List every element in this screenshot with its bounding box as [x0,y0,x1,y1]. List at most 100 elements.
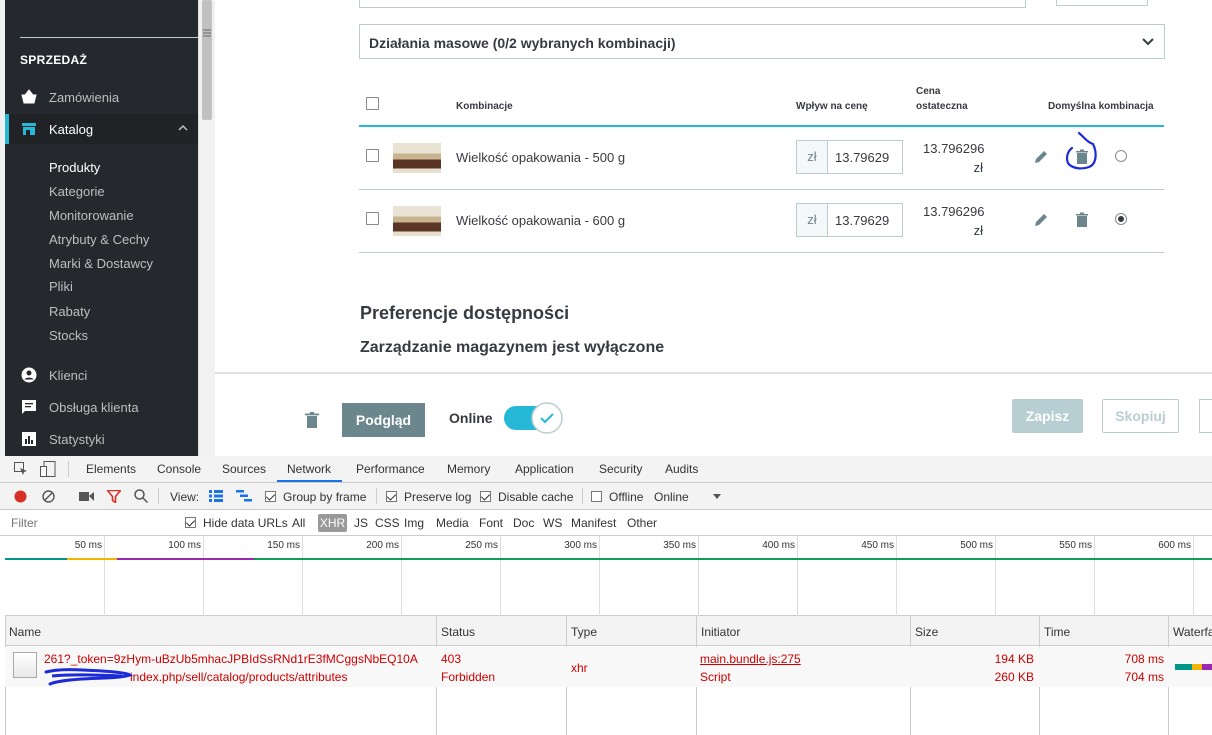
time-total: 708 ms [1124,652,1164,666]
sidebar-subitem-files[interactable]: Pliki [49,279,73,294]
sidebar-item-customer-service[interactable]: Obsługa klienta [5,392,198,422]
availability-title: Preferencje dostępności [360,303,570,323]
tab-application[interactable]: Application [515,462,574,476]
sidebar-subitem-brands[interactable]: Marki & Dostawcy [49,256,153,271]
sidebar-subitem-discounts[interactable]: Rabaty [49,304,90,319]
tick-label: 100 ms [168,540,201,551]
scroll-grip-icon [203,29,211,37]
initiator-link[interactable]: main.bundle.js:275 [700,652,801,666]
col-time-header[interactable]: Time [1044,625,1070,639]
price-impact-input[interactable]: zł 13.79629 [796,203,903,237]
duplicate-button[interactable]: Skopiuj [1102,399,1179,433]
filter-type-font[interactable]: Font [479,516,503,530]
overview-icon[interactable] [236,490,252,502]
timeline-tick: 350 ms [663,536,699,616]
price-impact-value: 13.79629 [835,150,890,165]
col-name-header[interactable]: Name [9,625,41,639]
hide-data-urls-checkbox[interactable] [185,517,196,528]
sidebar-subitem-stocks[interactable]: Stocks [49,328,88,343]
toolbar-divider [376,488,377,504]
save-button[interactable]: Zapisz [1012,399,1083,433]
filter-type-ws[interactable]: WS [543,516,562,530]
request-name: 261?_token=9zHym-uBzUb5mhacJPBIdSsRNd1rE… [44,652,418,666]
sidebar-item-stats[interactable]: Statystyki [5,424,198,454]
offline-label: Offline [609,490,644,504]
initiator-type: Script [700,670,731,684]
row-checkbox[interactable] [366,212,379,225]
filter-type-other[interactable]: Other [627,516,657,530]
col-status-header[interactable]: Status [441,625,475,639]
sidebar-subitem-attributes[interactable]: Atrybuty & Cechy [49,232,149,247]
offline-checkbox[interactable] [591,491,602,502]
tick-label: 150 ms [267,540,300,551]
default-combination-radio[interactable] [1115,150,1127,162]
group-by-frame-checkbox[interactable] [265,491,276,502]
top-input-field-2[interactable] [1056,0,1148,6]
sidebar-subitem-categories[interactable]: Kategorie [49,184,105,199]
filter-type-all[interactable]: All [292,516,305,530]
select-all-checkbox[interactable] [366,97,379,110]
search-icon[interactable] [134,489,148,503]
sidebar-item-customers[interactable]: Klienci [5,360,198,390]
dropdown-arrow-icon[interactable] [713,494,721,499]
currency-addon: zł [797,204,828,236]
disable-cache-checkbox[interactable] [480,491,491,502]
filter-type-doc[interactable]: Doc [513,516,534,530]
tab-network[interactable]: Network [287,462,331,476]
bulk-actions-label: Działania masowe (0/2 wybranych kombinac… [369,35,676,51]
col-size-header[interactable]: Size [915,625,938,639]
toolbar-divider [68,461,69,477]
tab-elements[interactable]: Elements [86,462,136,476]
user-icon [21,367,37,383]
sidebar-subitem-monitoring[interactable]: Monitorowanie [49,208,134,223]
price-impact-input[interactable]: zł 13.79629 [796,140,903,174]
filter-input[interactable] [6,514,172,532]
delete-trash-icon[interactable] [1074,212,1090,228]
active-indicator [5,114,9,144]
filter-type-css[interactable]: CSS [375,516,400,530]
tab-console[interactable]: Console [157,462,201,476]
clear-icon[interactable] [42,490,55,503]
capture-screenshots-icon[interactable] [79,491,94,502]
network-overview-timeline[interactable]: 50 ms 100 ms 150 ms 200 ms 250 ms 300 ms… [5,536,1212,616]
preserve-log-checkbox[interactable] [386,491,397,502]
record-icon[interactable] [14,490,27,503]
tab-audits[interactable]: Audits [665,462,698,476]
default-combination-radio[interactable] [1115,213,1127,225]
filter-type-media[interactable]: Media [436,516,469,530]
col-waterfall-header[interactable]: Waterfall [1173,625,1212,639]
delete-product-icon[interactable] [305,412,319,428]
sidebar-scrollbar[interactable] [198,0,215,456]
more-button[interactable] [1199,399,1212,433]
throttling-select[interactable]: Online [654,490,689,504]
tab-security[interactable]: Security [599,462,642,476]
tab-performance[interactable]: Performance [356,462,425,476]
timeline-tick: 300 ms [564,536,600,616]
online-toggle[interactable] [503,402,565,434]
sidebar-subitem-products[interactable]: Produkty [49,160,100,175]
edit-pencil-icon[interactable] [1033,149,1049,165]
sidebar-item-label: Statystyki [49,432,105,447]
sidebar-item-orders[interactable]: Zamówienia [5,82,198,112]
filter-icon[interactable] [107,490,121,503]
row-checkbox[interactable] [366,149,379,162]
edit-pencil-icon[interactable] [1033,212,1049,228]
filter-type-manifest[interactable]: Manifest [571,516,616,530]
device-toolbar-icon[interactable] [40,461,56,477]
bulk-actions-dropdown[interactable]: Działania masowe (0/2 wybranych kombinac… [359,24,1165,59]
tab-memory[interactable]: Memory [447,462,490,476]
filter-type-xhr[interactable]: XHR [318,514,347,532]
large-rows-icon[interactable] [209,490,223,502]
filter-type-js[interactable]: JS [354,516,368,530]
timeline-tick: 200 ms [366,536,402,616]
inspect-element-icon[interactable] [14,462,28,476]
top-input-field[interactable] [359,0,1026,8]
sidebar-item-catalog[interactable]: Katalog [5,114,198,144]
col-type-header[interactable]: Type [571,625,597,639]
basket-icon [21,89,37,104]
preview-button[interactable]: Podgląd [342,403,425,437]
tab-sources[interactable]: Sources [222,462,266,476]
col-initiator-header[interactable]: Initiator [701,625,740,639]
scrollbar-thumb[interactable] [202,0,212,120]
filter-type-img[interactable]: Img [404,516,424,530]
